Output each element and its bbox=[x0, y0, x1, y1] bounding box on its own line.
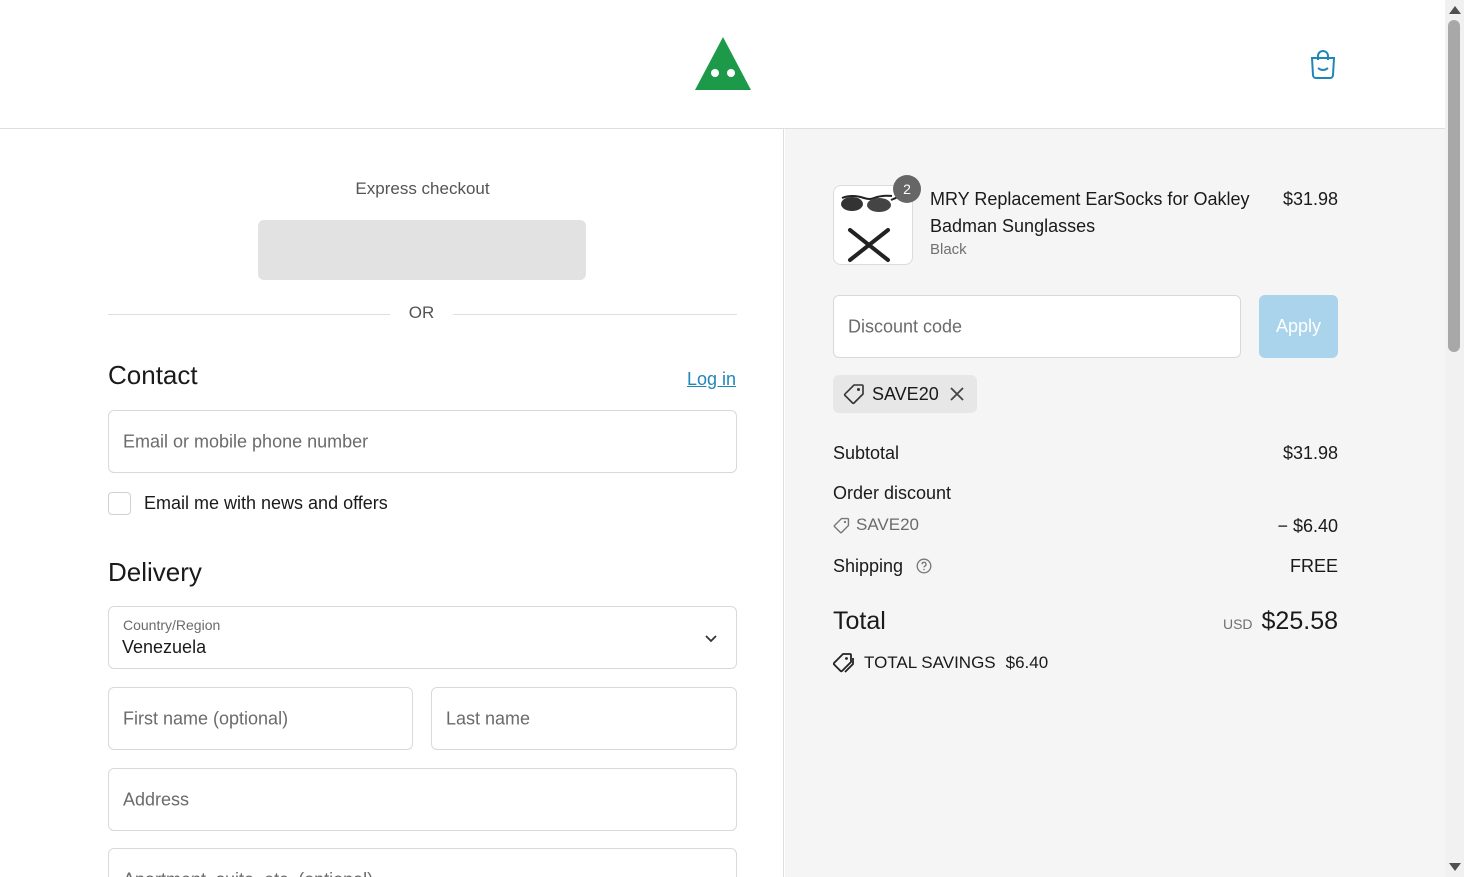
discount-code-text: SAVE20 bbox=[856, 515, 920, 534]
newsletter-label: Email me with news and offers bbox=[144, 492, 388, 513]
checkout-header bbox=[0, 0, 1445, 129]
divider-line bbox=[108, 314, 390, 315]
subtotal-label: Subtotal bbox=[833, 443, 900, 463]
apply-discount-button[interactable]: Apply bbox=[1259, 295, 1338, 358]
login-link[interactable]: Log in bbox=[687, 369, 736, 390]
first-name-field[interactable]: First name (optional) bbox=[108, 687, 413, 750]
checkout-form: Express checkout OR Contact Log in Email… bbox=[0, 129, 784, 877]
order-summary: 2 MRY Replacement EarSocks for Oakley Ba… bbox=[785, 129, 1445, 877]
shopping-bag-icon[interactable] bbox=[1309, 49, 1337, 79]
total-label: Total bbox=[833, 607, 886, 635]
express-checkout-title: Express checkout bbox=[355, 179, 490, 198]
scrollbar-thumb[interactable] bbox=[1448, 20, 1460, 352]
shipping-value: FREE bbox=[1289, 556, 1338, 576]
product-title: MRY Replacement EarSocks for Oakley Badm… bbox=[930, 189, 1250, 236]
total-amount: USD $25.58 bbox=[1223, 607, 1338, 636]
chevron-down-icon bbox=[705, 635, 717, 643]
quantity-badge: 2 bbox=[893, 175, 921, 203]
or-label: OR bbox=[408, 303, 435, 322]
last-name-placeholder: Last name bbox=[446, 708, 531, 728]
total-savings-row: TOTAL SAVINGS $6.40 bbox=[833, 652, 1048, 674]
remove-discount-icon[interactable] bbox=[949, 386, 965, 402]
shipping-label: Shipping bbox=[833, 556, 904, 576]
savings-tag-icon bbox=[833, 653, 854, 673]
contact-title: Contact bbox=[108, 360, 198, 390]
divider-line bbox=[453, 314, 737, 315]
scroll-down-arrow-icon[interactable] bbox=[1449, 863, 1461, 871]
apartment-field[interactable]: Apartment, suite, etc. (optional) bbox=[108, 848, 737, 877]
product-variant: Black bbox=[930, 241, 967, 258]
total-value: $25.58 bbox=[1261, 607, 1338, 635]
or-divider: OR bbox=[108, 303, 737, 325]
brand-logo-icon[interactable] bbox=[695, 37, 751, 91]
applied-discount-chip: SAVE20 bbox=[833, 375, 977, 413]
discount-placeholder: Discount code bbox=[848, 316, 963, 336]
apartment-placeholder: Apartment, suite, etc. (optional) bbox=[123, 869, 373, 877]
email-field[interactable]: Email or mobile phone number bbox=[108, 410, 737, 473]
address-field[interactable]: Address bbox=[108, 768, 737, 831]
discount-value: − $6.40 bbox=[1277, 516, 1338, 536]
last-name-field[interactable]: Last name bbox=[431, 687, 737, 750]
order-discount-code: SAVE20 bbox=[833, 515, 919, 535]
discount-code-field[interactable]: Discount code bbox=[833, 295, 1241, 358]
country-label: Country/Region bbox=[123, 617, 221, 633]
currency-code: USD bbox=[1222, 616, 1253, 632]
page-scrollbar[interactable] bbox=[1445, 0, 1464, 877]
newsletter-row: Email me with news and offers bbox=[108, 491, 388, 515]
first-name-placeholder: First name (optional) bbox=[123, 708, 289, 728]
delivery-title: Delivery bbox=[108, 557, 202, 587]
newsletter-checkbox[interactable] bbox=[108, 491, 131, 515]
savings-label: TOTAL SAVINGS bbox=[864, 653, 996, 672]
tag-icon bbox=[843, 384, 864, 405]
applied-discount-code: SAVE20 bbox=[872, 383, 939, 404]
email-placeholder: Email or mobile phone number bbox=[123, 431, 369, 451]
country-value: Venezuela bbox=[122, 637, 207, 657]
address-placeholder: Address bbox=[123, 789, 190, 809]
scroll-up-arrow-icon[interactable] bbox=[1449, 6, 1461, 14]
country-select[interactable]: Country/Region Venezuela bbox=[108, 606, 737, 669]
help-circle-icon[interactable] bbox=[916, 558, 932, 574]
order-discount-label: Order discount bbox=[833, 483, 952, 503]
shipping-row: Shipping bbox=[833, 556, 932, 577]
express-checkout-button[interactable] bbox=[258, 220, 586, 280]
tag-icon bbox=[833, 517, 850, 533]
product-price: $31.98 bbox=[1282, 189, 1338, 209]
subtotal-value: $31.98 bbox=[1282, 443, 1338, 463]
savings-value: $6.40 bbox=[1005, 653, 1049, 672]
